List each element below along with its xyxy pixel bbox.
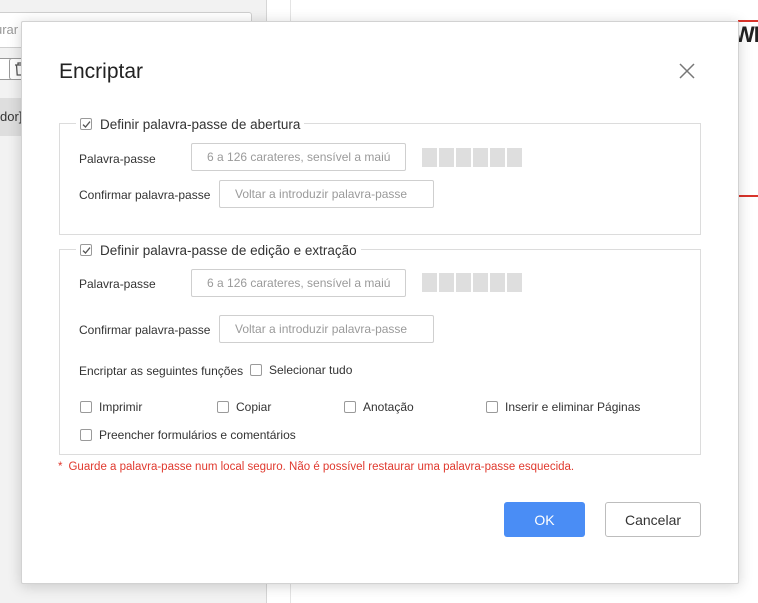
checkbox-icon[interactable]: [344, 401, 356, 413]
option-insert-delete-pages[interactable]: Inserir e eliminar Páginas: [486, 400, 640, 414]
edit-password-label: Palavra-passe: [79, 277, 156, 291]
option-copy[interactable]: Copiar: [217, 400, 271, 414]
open-password-input[interactable]: [191, 143, 406, 171]
encrypt-dialog: Encriptar Definir palavra-passe de abert…: [21, 21, 739, 584]
edit-password-input[interactable]: [191, 269, 406, 297]
checkbox-checked-icon[interactable]: [80, 118, 92, 130]
checkbox-icon[interactable]: [486, 401, 498, 413]
open-confirm-input[interactable]: [219, 180, 434, 208]
warning-asterisk: *: [58, 461, 63, 473]
edit-password-section: Definir palavra-passe de edição e extraç…: [59, 240, 701, 455]
open-password-section: Definir palavra-passe de abertura Palavr…: [59, 114, 701, 235]
option-print[interactable]: Imprimir: [80, 400, 142, 414]
option-copy-label: Copiar: [236, 400, 272, 414]
cancel-button[interactable]: Cancelar: [605, 502, 701, 537]
option-annotation[interactable]: Anotação: [344, 400, 414, 414]
option-insert-delete-pages-label: Inserir e eliminar Páginas: [505, 400, 641, 414]
open-password-strength-meter: [422, 148, 522, 167]
edit-confirm-label: Confirmar palavra-passe: [79, 323, 211, 337]
select-all-checkbox[interactable]: Selecionar tudo: [250, 363, 352, 377]
checkbox-icon[interactable]: [80, 401, 92, 413]
background-list-item-label: dor]: [0, 109, 23, 124]
option-print-label: Imprimir: [99, 400, 143, 414]
dialog-title: Encriptar: [59, 60, 144, 83]
warning-message: * Guarde a palavra-passe num local seguro…: [58, 461, 574, 473]
open-confirm-label: Confirmar palavra-passe: [79, 188, 211, 202]
edit-password-title: Definir palavra-passe de edição e extraç…: [100, 242, 357, 258]
option-fill-forms-label: Preencher formulários e comentários: [99, 428, 296, 442]
checkbox-icon[interactable]: [80, 429, 92, 441]
close-icon[interactable]: [674, 58, 700, 84]
open-password-title: Definir palavra-passe de abertura: [100, 116, 301, 132]
option-annotation-label: Anotação: [363, 400, 414, 414]
edit-confirm-input[interactable]: [219, 315, 434, 343]
warning-text: Guarde a palavra-passe num local seguro.…: [68, 461, 575, 473]
background-search-placeholder: urar: [0, 22, 19, 37]
checkbox-icon[interactable]: [250, 364, 262, 376]
select-all-label: Selecionar tudo: [269, 363, 353, 377]
encrypt-functions-label: Encriptar as seguintes funções: [79, 364, 244, 378]
background-doc-line: [738, 195, 758, 197]
option-fill-forms[interactable]: Preencher formulários e comentários: [80, 428, 296, 442]
edit-password-strength-meter: [422, 273, 522, 292]
checkbox-checked-icon[interactable]: [80, 244, 92, 256]
checkbox-icon[interactable]: [217, 401, 229, 413]
open-password-legend[interactable]: Definir palavra-passe de abertura: [76, 114, 305, 134]
edit-password-legend[interactable]: Definir palavra-passe de edição e extraç…: [76, 240, 361, 260]
ok-button[interactable]: OK: [504, 502, 585, 537]
open-password-label: Palavra-passe: [79, 152, 156, 166]
